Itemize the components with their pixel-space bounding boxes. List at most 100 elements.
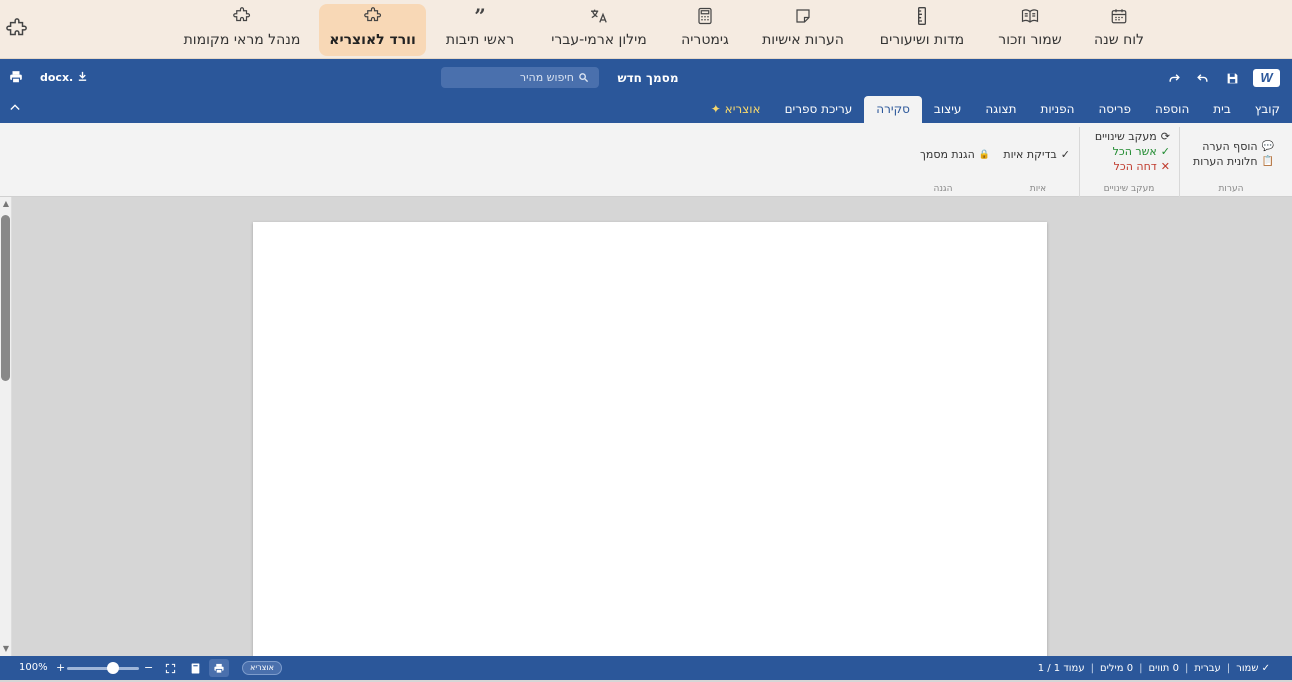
nav-item-acronyms[interactable]: ” ראשי תיבות <box>440 4 520 56</box>
tab-review[interactable]: סקירה <box>864 96 922 123</box>
page-count: עמוד 1 / 1 <box>1037 662 1085 674</box>
reject-all-label: דחה הכל <box>1113 160 1157 173</box>
x-icon: ✕ <box>1160 160 1170 173</box>
comment-icon: 💬 <box>1261 141 1274 152</box>
nav-item-dictionary[interactable]: מילון ארמי-עברי <box>544 4 654 56</box>
document-page[interactable] <box>253 222 1047 662</box>
protection-group: 🔒 הגנת מסמך הגנה <box>888 127 998 197</box>
group-label: מעקב שינויים <box>1103 184 1155 194</box>
zoom-in-button[interactable]: + <box>56 661 65 674</box>
zoom-slider-knob[interactable] <box>107 662 119 674</box>
download-icon <box>77 70 88 85</box>
accept-all-label: אשר הכל <box>1112 145 1157 158</box>
add-comment-label: הוסף הערה <box>1202 140 1258 153</box>
nav-label: מדות ושיעורים <box>879 32 965 48</box>
check-icon: ✓ <box>1160 145 1170 158</box>
protect-document-label: הגנת מסמך <box>919 148 975 161</box>
tab-layout[interactable]: פריסה <box>1086 96 1143 123</box>
spell-check-label: בדיקת איות <box>1003 148 1057 161</box>
ribbon-tabs: קובץ בית הוספה פריסה הפניות תצוגה עיצוב … <box>699 96 1292 123</box>
download-docx-button[interactable]: docx. <box>40 69 88 85</box>
comments-pane-button[interactable]: 📋 חלונית הערות <box>1188 154 1274 169</box>
otzaria-badge[interactable]: אוצריא <box>242 661 282 675</box>
review-ribbon: 💬 הוסף הערה 📋 חלונית הערות הערות ⟳ מעקב … <box>0 123 1292 197</box>
nav-item-references-manager[interactable]: מנהל מראי מקומות <box>180 4 304 56</box>
tab-view[interactable]: תצוגה <box>973 96 1028 123</box>
separator: | <box>1226 662 1231 674</box>
nav-item-calendar[interactable]: לוח שנה <box>1086 4 1152 56</box>
print-icon[interactable] <box>9 69 25 85</box>
separator: | <box>1184 662 1189 674</box>
scrollbar-thumb[interactable] <box>1 215 10 381</box>
quote-icon: ” <box>474 4 486 28</box>
docx-label: docx. <box>40 70 74 84</box>
nav-item-remember[interactable]: שמור וזכור <box>992 4 1068 56</box>
tab-home[interactable]: בית <box>1201 96 1243 123</box>
quick-search-input[interactable]: חיפוש מהיר <box>441 67 599 88</box>
nav-item-word-otzaria[interactable]: וורד לאוצריא <box>319 4 426 56</box>
track-changes-button[interactable]: ⟳ מעקב שינויים <box>1088 129 1170 144</box>
tab-insert[interactable]: הוספה <box>1143 96 1201 123</box>
word-count: 0 מילים <box>1099 662 1134 674</box>
refresh-icon: ⟳ <box>1160 130 1170 143</box>
vertical-scrollbar[interactable]: ▲ ▼ <box>0 197 12 656</box>
clipboard-icon: 📋 <box>1261 156 1274 167</box>
undo-icon[interactable] <box>1193 69 1211 87</box>
lock-icon: 🔒 <box>978 149 990 160</box>
comments-group: 💬 הוסף הערה 📋 חלונית הערות הערות <box>1179 127 1282 197</box>
nav-item-gematria[interactable]: גימטריה <box>674 4 736 56</box>
top-navigation: לוח שנה שמור וזכור מדות ושיעורים הערות א… <box>0 0 1292 59</box>
nav-label: וורד לאוצריא <box>329 32 416 48</box>
redo-icon[interactable] <box>1165 69 1183 87</box>
group-label: הערות <box>1218 184 1244 194</box>
read-mode-book-icon[interactable] <box>185 659 205 677</box>
scroll-down-arrow-icon[interactable]: ▼ <box>1 644 11 654</box>
document-workspace: ▲ ▼ <box>0 197 1292 662</box>
save-icon[interactable] <box>1223 69 1241 87</box>
scroll-up-arrow-icon[interactable]: ▲ <box>1 199 11 209</box>
word-logo: W <box>1253 69 1280 87</box>
puzzle-icon <box>180 4 304 28</box>
protect-document-button[interactable]: 🔒 הגנת מסמך <box>896 147 990 162</box>
add-comment-button[interactable]: 💬 הוסף הערה <box>1188 139 1274 154</box>
spelling-group: ✓ בדיקת איות איות <box>998 127 1078 197</box>
calendar-icon <box>1086 4 1152 28</box>
save-status: ✓ שמור <box>1236 662 1270 674</box>
print-layout-view-icon[interactable] <box>209 659 229 677</box>
plugins-puzzle-icon[interactable] <box>6 18 28 40</box>
zoom-level: 100% <box>19 662 48 673</box>
nav-label: גימטריה <box>681 32 729 48</box>
nav-label: שמור וזכור <box>998 32 1062 48</box>
accept-all-button[interactable]: ✓ אשר הכל <box>1088 144 1170 159</box>
tab-references[interactable]: הפניות <box>1028 96 1086 123</box>
status-bar: עמוד 1 / 1 | 0 מילים | 0 תווים | עברית |… <box>0 656 1292 680</box>
search-placeholder: חיפוש מהיר <box>519 71 574 84</box>
tab-design[interactable]: עיצוב <box>922 96 974 123</box>
tab-book-editing[interactable]: עריכת ספרים <box>773 96 865 123</box>
puzzle-icon <box>319 4 426 28</box>
group-label: איות <box>1029 184 1047 194</box>
status-info: עמוד 1 / 1 | 0 מילים | 0 תווים | עברית |… <box>1038 656 1270 680</box>
language-indicator[interactable]: עברית <box>1194 663 1221 674</box>
separator: | <box>1090 662 1094 674</box>
translate-icon <box>544 4 654 28</box>
tab-otzaria[interactable]: ✦ אוצריא <box>699 96 773 123</box>
nav-label: הערות אישיות <box>762 32 844 48</box>
reject-all-button[interactable]: ✕ דחה הכל <box>1088 159 1170 174</box>
collapse-ribbon-chevron-up-icon[interactable] <box>10 101 20 114</box>
fullscreen-icon[interactable] <box>160 659 180 677</box>
zoom-slider[interactable] <box>67 662 139 674</box>
zoom-out-button[interactable]: − <box>144 661 153 674</box>
ruler-icon <box>876 4 968 28</box>
nav-item-notes[interactable]: הערות אישיות <box>758 4 848 56</box>
comments-pane-label: חלונית הערות <box>1193 155 1258 168</box>
track-changes-group: ⟳ מעקב שינויים ✓ אשר הכל ✕ דחה הכל מעקב … <box>1079 127 1178 197</box>
check-icon: ✓ <box>1060 148 1070 161</box>
spell-check-button[interactable]: ✓ בדיקת איות <box>1003 147 1070 162</box>
nav-label: מילון ארמי-עברי <box>551 32 647 48</box>
nav-item-measures[interactable]: מדות ושיעורים <box>876 4 968 56</box>
char-count: 0 תווים <box>1148 662 1179 674</box>
calculator-icon <box>674 4 736 28</box>
book-icon <box>992 4 1068 28</box>
tab-file[interactable]: קובץ <box>1243 96 1292 123</box>
